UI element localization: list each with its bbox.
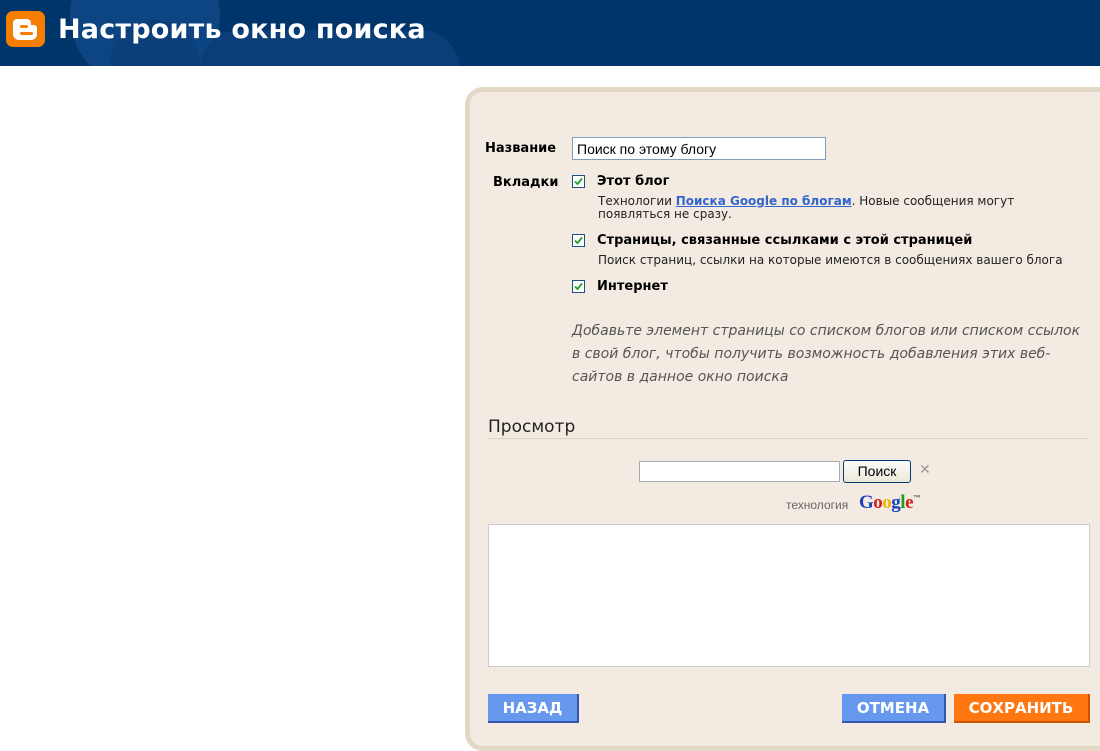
app-header: Настроить окно поиска [0, 0, 1100, 66]
preview-search-input[interactable] [639, 461, 840, 482]
preview-results-area [488, 524, 1090, 667]
save-button[interactable]: СОХРАНИТЬ [954, 694, 1090, 723]
close-icon[interactable]: ✕ [919, 462, 931, 478]
google-trademark: ™ [913, 493, 921, 503]
option-desc-this-blog: Технологии Поиска Google по блогам. Новы… [598, 195, 1038, 221]
add-links-hint: Добавьте элемент страницы со списком бло… [572, 323, 1081, 385]
gadget-config-panel: Название Вкладки Этот блог Технологии По… [465, 87, 1100, 751]
google-logo: Google™ [859, 492, 921, 513]
blogger-logo-icon[interactable] [6, 11, 45, 47]
checkmark-icon [574, 177, 583, 186]
checkbox-linked-pages[interactable] [572, 234, 585, 247]
option-title-internet: Интернет [597, 279, 668, 294]
checkbox-this-blog[interactable] [572, 175, 585, 188]
powered-by-label: технология [786, 498, 849, 512]
page-title: Настроить окно поиска [58, 14, 426, 45]
preview-search-button[interactable]: Поиск [843, 460, 911, 483]
option-desc-linked-pages: Поиск страниц, ссылки на которые имеются… [598, 253, 1063, 267]
cancel-button[interactable]: ОТМЕНА [842, 694, 946, 723]
preview-divider [488, 438, 1089, 439]
title-label: Название [485, 141, 557, 156]
blog-search-link[interactable]: Поиска Google по блогам [676, 194, 852, 208]
option-title-linked-pages: Страницы, связанные ссылками с этой стра… [597, 233, 973, 248]
checkmark-icon [574, 282, 583, 291]
tabs-label: Вкладки [493, 175, 559, 190]
preview-heading: Просмотр [488, 417, 576, 437]
desc-prefix: Технологии [598, 194, 676, 208]
checkmark-icon [574, 236, 583, 245]
option-title-this-blog: Этот блог [597, 174, 670, 189]
title-input[interactable] [572, 137, 826, 160]
back-button[interactable]: НАЗАД [488, 694, 579, 723]
checkbox-internet[interactable] [572, 280, 585, 293]
